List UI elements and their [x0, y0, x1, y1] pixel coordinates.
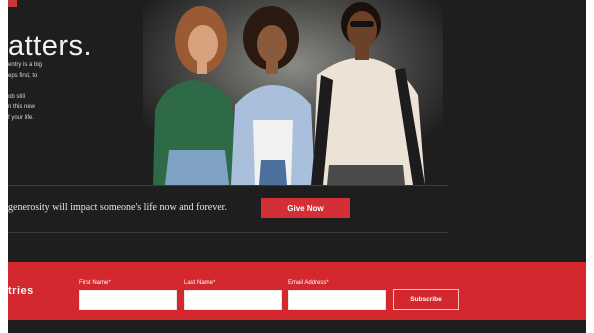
email-label: Email Address* — [288, 280, 329, 286]
subscribe-button[interactable]: Subscribe — [393, 289, 459, 310]
last-name-label: Last Name* — [184, 280, 216, 286]
hero-section: atters. entry is a big eps first, to ob … — [8, 0, 586, 262]
hero-body-text: entry is a big eps first, to ob still n … — [8, 60, 78, 134]
page: atters. entry is a big eps first, to ob … — [0, 0, 594, 333]
hero-paragraph-1: entry is a big eps first, to — [8, 62, 43, 79]
newsletter-signup: tries First Name* Last Name* Email Addre… — [8, 262, 586, 320]
divider-bottom — [8, 232, 448, 233]
students-photo — [143, 0, 443, 185]
cta-text: generosity will impact someone's life no… — [8, 202, 227, 213]
divider-top — [8, 185, 448, 186]
signup-title: tries — [8, 285, 34, 297]
email-field[interactable] — [288, 290, 386, 310]
give-now-button[interactable]: Give Now — [261, 198, 350, 218]
last-name-field[interactable] — [184, 290, 282, 310]
first-name-field[interactable] — [79, 290, 177, 310]
top-accent-tab — [8, 0, 17, 7]
hero-paragraph-2: ob still n this new f your life. — [8, 93, 36, 121]
footer-bar — [8, 320, 586, 333]
first-name-label: First Name* — [79, 280, 111, 286]
hero-headline: atters. — [8, 30, 93, 62]
